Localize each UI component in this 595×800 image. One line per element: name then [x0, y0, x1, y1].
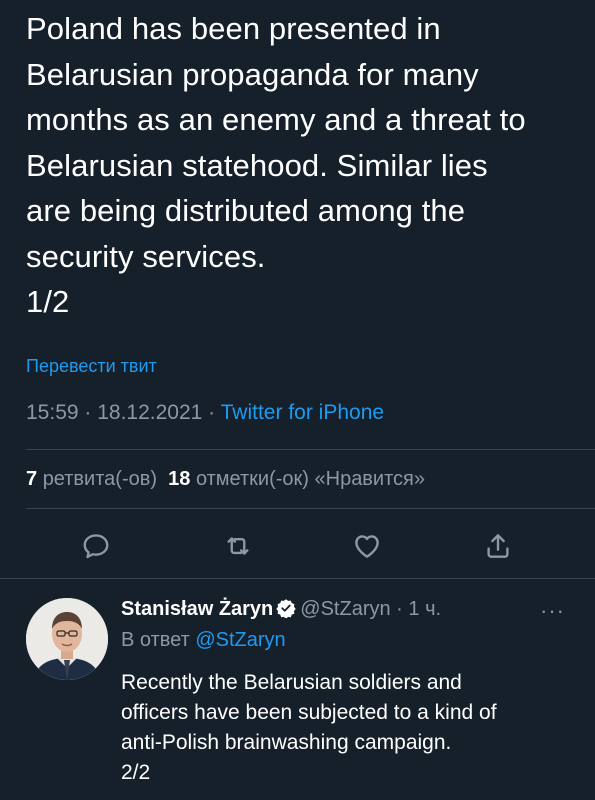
retweets-count: 7 — [26, 468, 38, 490]
reply-header: Stanisław Żaryn @StZaryn · 1 ч. — [121, 598, 441, 621]
more-options-icon[interactable]: ··· — [540, 598, 565, 624]
heart-icon — [355, 535, 379, 558]
reply-text: Recently the Belarusian soldiers and off… — [121, 671, 497, 784]
retweet-icon — [227, 537, 249, 555]
divider — [26, 508, 595, 509]
meta-separator: · — [202, 401, 221, 424]
meta-separator: · — [390, 598, 409, 620]
divider — [26, 449, 595, 450]
reply-time: 1 ч. — [408, 598, 442, 620]
divider — [0, 578, 595, 579]
reply-to-prefix: В ответ — [121, 629, 196, 651]
retweets-label: ретвита(-ов) — [42, 468, 158, 490]
reply-to-line: В ответ @StZaryn — [121, 629, 286, 652]
likes-stat[interactable]: 18 отметки(-ок) «Нравится» — [168, 468, 425, 490]
tweet-source-link[interactable]: Twitter for iPhone — [221, 401, 384, 424]
reply-button[interactable] — [72, 522, 120, 570]
tweet-stats: 7 ретвита(-ов) 18 отметки(-ок) «Нравится… — [26, 468, 425, 491]
reply-to-mention[interactable]: @StZaryn — [195, 629, 285, 651]
translate-tweet-link[interactable]: Перевести твит — [26, 356, 157, 377]
likes-label: отметки(-ок) «Нравится» — [195, 468, 425, 490]
retweet-button[interactable] — [214, 522, 262, 570]
reply-author-name[interactable]: Stanisław Żaryn — [121, 598, 273, 620]
tweet-actions — [0, 522, 595, 570]
likes-count: 18 — [168, 468, 191, 490]
tweet-time: 15:59 — [26, 401, 79, 424]
tweet-date: 18.12.2021 — [97, 401, 203, 424]
verified-badge-icon — [276, 599, 296, 618]
meta-separator: · — [78, 401, 98, 424]
retweets-stat[interactable]: 7 ретвита(-ов) — [26, 468, 157, 490]
share-icon — [487, 534, 509, 558]
share-button[interactable] — [474, 522, 522, 570]
reply-author-handle[interactable]: @StZaryn — [300, 598, 390, 620]
avatar-photo — [26, 598, 108, 680]
tweet-text: Poland has been presented in Belarusian … — [26, 11, 526, 319]
avatar[interactable] — [26, 598, 108, 680]
tweet-meta: 15:59 · 18.12.2021 · Twitter for iPhone — [26, 401, 384, 425]
reply-icon — [83, 534, 109, 559]
like-button[interactable] — [343, 522, 391, 570]
